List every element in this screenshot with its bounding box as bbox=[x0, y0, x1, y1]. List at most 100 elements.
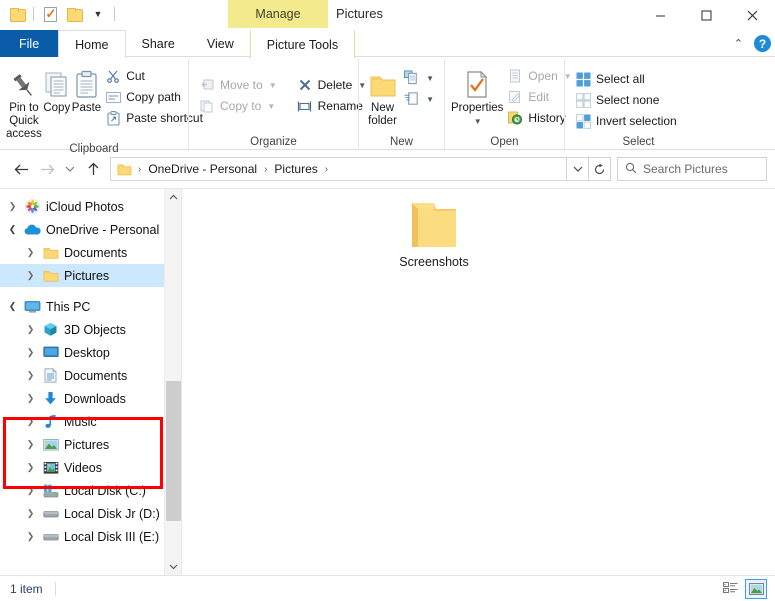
tab-share[interactable]: Share bbox=[126, 30, 191, 57]
view-toggle-group bbox=[719, 576, 767, 601]
tab-view[interactable]: View bbox=[191, 30, 250, 57]
address-input[interactable]: › OneDrive - Personal › Pictures › bbox=[110, 157, 567, 181]
properties-caret-icon[interactable]: ▼ bbox=[474, 115, 482, 128]
scroll-down-button[interactable] bbox=[165, 558, 182, 575]
sidebar-item-label: Documents bbox=[64, 368, 128, 383]
chevron-right-icon[interactable]: ❯ bbox=[6, 200, 19, 213]
sidebar-item-pictures-onedrive[interactable]: ❯ Pictures bbox=[0, 264, 181, 287]
sidebar-item-label: Pictures bbox=[64, 437, 110, 452]
navigation-pane-scrollbar[interactable] bbox=[164, 189, 181, 575]
chevron-right-icon[interactable]: ❯ bbox=[24, 484, 37, 497]
help-icon[interactable]: ? bbox=[754, 35, 771, 52]
scroll-up-button[interactable] bbox=[165, 189, 182, 206]
chevron-right-icon[interactable]: ❯ bbox=[24, 392, 37, 405]
customize-caret-icon[interactable]: ▼ bbox=[87, 3, 109, 25]
tab-file[interactable]: File bbox=[0, 30, 59, 57]
copy-to-button[interactable]: Copy to ▼ bbox=[195, 96, 281, 116]
sidebar-item-this-pc[interactable]: ❮ This PC bbox=[0, 295, 181, 318]
breadcrumb-sep-1[interactable]: › bbox=[263, 164, 268, 175]
forward-button[interactable] bbox=[34, 156, 60, 182]
copy-to-icon bbox=[199, 98, 215, 114]
history-label: History bbox=[528, 111, 566, 125]
folder-icon[interactable] bbox=[6, 3, 28, 25]
maximize-button[interactable] bbox=[683, 0, 729, 30]
sidebar-item-3d-objects[interactable]: ❯ 3D Objects bbox=[0, 318, 181, 341]
new-item-button[interactable]: ▼ bbox=[400, 68, 438, 88]
new-folder-button[interactable]: New folder bbox=[365, 64, 400, 128]
easy-access-button[interactable]: ▼ bbox=[400, 89, 438, 109]
chevron-right-icon[interactable]: ❯ bbox=[24, 438, 37, 451]
copy-to-caret-icon[interactable]: ▼ bbox=[267, 102, 275, 111]
qat-divider-2 bbox=[114, 7, 115, 21]
tab-home[interactable]: Home bbox=[58, 30, 126, 58]
chevron-right-icon[interactable]: ❯ bbox=[24, 461, 37, 474]
file-list-pane[interactable]: Screenshots bbox=[182, 189, 775, 575]
window-controls bbox=[637, 0, 775, 30]
close-button[interactable] bbox=[729, 0, 775, 30]
collapse-ribbon-icon[interactable]: ⌃ bbox=[731, 37, 746, 50]
pin-label-line2: access bbox=[6, 128, 42, 140]
sidebar-item-icloud-photos[interactable]: ❯ iCloud Photos bbox=[0, 195, 181, 218]
file-item-label: Screenshots bbox=[399, 255, 469, 269]
pin-to-quick-access-button[interactable]: Pin to Quick access bbox=[6, 64, 42, 141]
status-divider bbox=[54, 581, 56, 596]
breadcrumb-sep-2[interactable]: › bbox=[324, 164, 329, 175]
chevron-down-icon[interactable]: ❮ bbox=[6, 300, 19, 313]
search-input[interactable]: Search Pictures bbox=[617, 157, 767, 181]
sidebar-item-local-disk-d[interactable]: ❯ Local Disk Jr (D:) bbox=[0, 502, 181, 525]
scrollbar-thumb[interactable] bbox=[165, 381, 181, 521]
sidebar-item-documents[interactable]: ❯ Documents bbox=[0, 364, 181, 387]
select-all-button[interactable]: Select all bbox=[571, 69, 681, 89]
move-to-button[interactable]: Move to ▼ bbox=[195, 75, 281, 95]
paste-button[interactable]: Paste bbox=[72, 64, 101, 115]
tab-picture-tools[interactable]: Picture Tools bbox=[249, 30, 356, 58]
file-item-screenshots[interactable]: Screenshots bbox=[382, 199, 486, 269]
details-view-button[interactable] bbox=[719, 579, 741, 599]
chevron-right-icon[interactable]: ❯ bbox=[24, 369, 37, 382]
scrollbar-track[interactable] bbox=[165, 206, 182, 558]
cut-label: Cut bbox=[126, 69, 145, 83]
breadcrumb-onedrive[interactable]: OneDrive - Personal bbox=[145, 162, 260, 176]
chevron-right-icon[interactable]: ❯ bbox=[24, 530, 37, 543]
properties-button[interactable]: Properties ▼ bbox=[451, 64, 503, 128]
copy-button[interactable]: Copy bbox=[42, 64, 72, 115]
back-button[interactable] bbox=[8, 156, 34, 182]
minimize-button[interactable] bbox=[637, 0, 683, 30]
breadcrumb-pictures[interactable]: Pictures bbox=[271, 162, 320, 176]
ribbon-group-organize: Move to ▼ Copy to ▼ Delete ▼ Rename Orga… bbox=[188, 59, 366, 150]
chevron-right-icon[interactable]: ❯ bbox=[24, 507, 37, 520]
folder-icon bbox=[42, 245, 59, 261]
invert-selection-button[interactable]: Invert selection bbox=[571, 111, 681, 131]
move-to-caret-icon[interactable]: ▼ bbox=[269, 81, 277, 90]
new-folder-icon[interactable] bbox=[63, 3, 85, 25]
chevron-right-icon[interactable]: ❯ bbox=[24, 415, 37, 428]
chevron-right-icon[interactable]: ❯ bbox=[24, 346, 37, 359]
sidebar-item-local-disk-e[interactable]: ❯ Local Disk III (E:) bbox=[0, 525, 181, 548]
new-folder-label-line2: folder bbox=[368, 115, 397, 127]
sidebar-item-documents-onedrive[interactable]: ❯ Documents bbox=[0, 241, 181, 264]
organize-left-column: Move to ▼ Copy to ▼ bbox=[195, 73, 281, 116]
sidebar-item-pictures[interactable]: ❯ Pictures bbox=[0, 433, 181, 456]
documents-icon bbox=[42, 368, 59, 384]
select-none-button[interactable]: Select none bbox=[571, 90, 681, 110]
chevron-right-icon[interactable]: ❯ bbox=[24, 246, 37, 259]
easy-access-caret-icon[interactable]: ▼ bbox=[426, 95, 434, 104]
sidebar-item-desktop[interactable]: ❯ Desktop bbox=[0, 341, 181, 364]
new-item-caret-icon[interactable]: ▼ bbox=[426, 74, 434, 83]
ribbon-group-clipboard: Pin to Quick access Copy Paste Cut Copy … bbox=[0, 59, 203, 155]
sidebar-item-onedrive-personal[interactable]: ❮ OneDrive - Personal bbox=[0, 218, 181, 241]
address-dropdown-button[interactable] bbox=[567, 157, 589, 181]
sidebar-item-videos[interactable]: ❯ Videos bbox=[0, 456, 181, 479]
sidebar-item-music[interactable]: ❯ Music bbox=[0, 410, 181, 433]
recent-locations-button[interactable] bbox=[60, 156, 80, 182]
properties-icon[interactable] bbox=[39, 3, 61, 25]
title-bar: ▼ Manage Pictures bbox=[0, 0, 775, 30]
chevron-right-icon[interactable]: ❯ bbox=[24, 323, 37, 336]
sidebar-item-downloads[interactable]: ❯ Downloads bbox=[0, 387, 181, 410]
large-icons-view-button[interactable] bbox=[745, 579, 767, 599]
chevron-down-icon[interactable]: ❮ bbox=[6, 223, 19, 236]
up-button[interactable] bbox=[80, 156, 106, 182]
sidebar-item-local-disk-c[interactable]: ❯ Local Disk (C:) bbox=[0, 479, 181, 502]
refresh-button[interactable] bbox=[589, 157, 611, 181]
chevron-right-icon[interactable]: ❯ bbox=[24, 269, 37, 282]
